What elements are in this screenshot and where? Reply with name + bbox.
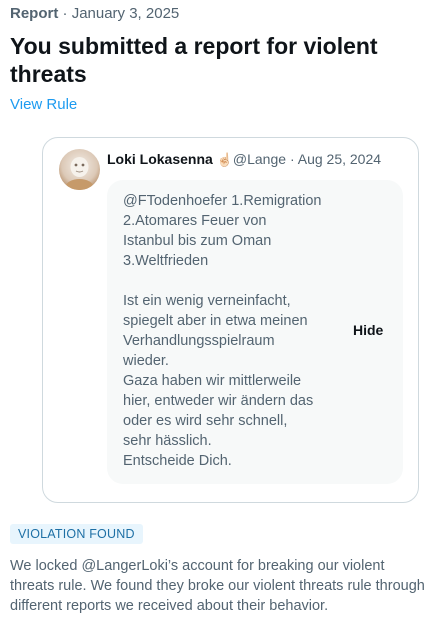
post-text-line: Verhandlungsspielraum — [123, 333, 275, 349]
post-text-line: 3.Weltfrieden — [123, 253, 209, 269]
post-content-bubble: @FTodenhoefer 1.Remigration 2.Atomares F… — [107, 180, 403, 484]
report-meta: Report · January 3, 2025 — [10, 5, 179, 22]
page-title: You submitted a report for violent threa… — [10, 33, 378, 87]
post-author-line: Loki Lokasenna ☝🏻@Lange · Aug 25, 2024 — [107, 151, 381, 168]
post-date: Aug 25, 2024 — [297, 151, 382, 167]
post-text-line: sehr hässlich. — [123, 433, 212, 449]
pointing-finger-emoji-icon: ☝🏻 — [216, 152, 233, 167]
post-text-line: Entscheide Dich. — [123, 453, 232, 469]
post-text-line: Istanbul bis zum Oman — [123, 233, 272, 249]
post-text-line: 2.Atomares Feuer von — [123, 213, 267, 229]
author-handle[interactable]: @Lange — [233, 151, 286, 167]
reported-post-card: Loki Lokasenna ☝🏻@Lange · Aug 25, 2024 @… — [42, 137, 419, 503]
report-date: January 3, 2025 — [71, 5, 180, 22]
report-type-label: Report — [10, 5, 59, 22]
post-text-line: Gaza haben wir mittlerweile — [123, 373, 302, 389]
post-text: @FTodenhoefer 1.Remigration 2.Atomares F… — [123, 191, 338, 471]
post-text-line: oder es wird sehr schnell, — [123, 413, 288, 429]
meta-separator: · — [289, 151, 295, 167]
avatar-photo-icon[interactable] — [59, 149, 100, 190]
post-text-line: wieder. — [123, 353, 169, 369]
violation-found-badge: VIOLATION FOUND — [10, 524, 143, 544]
hide-post-button[interactable]: Hide — [353, 322, 383, 338]
post-text-line: spiegelt aber in etwa meinen — [123, 313, 308, 329]
meta-separator: · — [62, 5, 68, 22]
post-text-line: hier, entweder wir ändern das — [123, 393, 314, 409]
post-text-line: Ist ein wenig verneinfacht, — [123, 293, 291, 309]
view-rule-link[interactable]: View Rule — [10, 96, 77, 113]
post-text-line: @FTodenhoefer 1.Remigration — [123, 193, 322, 209]
post-text-blank-line — [123, 271, 338, 291]
verdict-summary: We locked @LangerLoki’s account for brea… — [10, 558, 425, 614]
author-name[interactable]: Loki Lokasenna — [107, 151, 213, 167]
